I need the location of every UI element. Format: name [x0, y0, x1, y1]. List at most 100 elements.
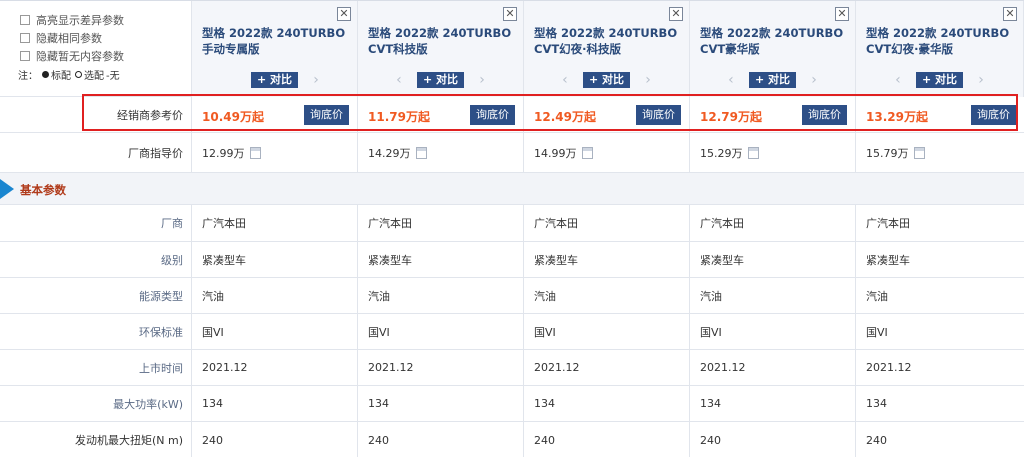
close-icon[interactable]: ✕ — [669, 7, 683, 21]
param-cell: 国VI — [524, 314, 690, 349]
model-column-header: ✕ 型格 2022款 240TURBO CVT豪华版 ‹ + 对比 › — [690, 1, 856, 97]
header-row: 高亮显示差异参数 隐藏相同参数 隐藏暂无内容参数 注： 标配 选配 -无 ✕ 型… — [0, 1, 1024, 97]
filter-highlight-diff[interactable]: 高亮显示差异参数 — [20, 11, 191, 29]
model-title[interactable]: 型格 2022款 240TURBO CVT幻夜·豪华版 — [866, 25, 1013, 59]
param-cell: 240 — [690, 422, 856, 457]
param-value: 240 — [368, 433, 389, 447]
param-value: 国VI — [700, 325, 722, 339]
param-value: 240 — [534, 433, 555, 447]
model-title[interactable]: 型格 2022款 240TURBO CVT幻夜·科技版 — [534, 25, 679, 59]
param-cell: 汽油 — [192, 278, 358, 313]
msrp-value: 15.79万 — [866, 146, 909, 160]
row-label: 环保标准 — [0, 314, 192, 349]
filter-hide-same[interactable]: 隐藏相同参数 — [20, 29, 191, 47]
param-value: 广汽本田 — [866, 217, 910, 230]
param-cell: 240 — [358, 422, 524, 457]
param-value: 2021.12 — [202, 361, 248, 374]
filter-label: 隐藏相同参数 — [36, 32, 102, 45]
chevron-left-icon[interactable]: ‹ — [725, 72, 737, 88]
model-nav: ‹ + 对比 › — [856, 71, 1023, 89]
msrp-value: 15.29万 — [700, 146, 743, 160]
dealer-price: 13.29万起 — [866, 110, 928, 124]
calculator-icon[interactable] — [913, 146, 925, 159]
param-cell: 134 — [358, 386, 524, 421]
param-value: 汽油 — [202, 289, 224, 303]
legend: 注： 标配 选配 -无 — [18, 65, 191, 83]
price-cell: 12.79万起 询底价 — [690, 97, 856, 132]
close-icon[interactable]: ✕ — [503, 7, 517, 21]
param-value: 汽油 — [534, 289, 556, 303]
chevron-right-icon[interactable]: › — [310, 72, 322, 88]
msrp-cell: 12.99万 — [192, 133, 358, 172]
compare-button[interactable]: + 对比 — [748, 72, 797, 88]
model-title[interactable]: 型格 2022款 240TURBO 手动专属版 — [202, 25, 347, 59]
param-cell: 广汽本田 — [856, 205, 1024, 241]
price-cell: 12.49万起 询底价 — [524, 97, 690, 132]
param-cell: 134 — [856, 386, 1024, 421]
ask-price-button[interactable]: 询底价 — [636, 105, 681, 125]
ask-price-button[interactable]: 询底价 — [971, 105, 1016, 125]
chevron-left-icon[interactable]: ‹ — [892, 72, 904, 88]
param-cell: 紧凑型车 — [358, 242, 524, 277]
chevron-right-icon[interactable]: › — [975, 72, 987, 88]
param-cell: 国VI — [690, 314, 856, 349]
checkbox[interactable] — [20, 33, 30, 43]
compare-button[interactable]: + 对比 — [250, 72, 299, 88]
chevron-left-icon[interactable]: ‹ — [393, 72, 405, 88]
checkbox[interactable] — [20, 15, 30, 25]
dealer-price: 12.79万起 — [700, 110, 762, 124]
param-value: 汽油 — [700, 289, 722, 303]
calculator-icon[interactable] — [415, 146, 427, 159]
param-cell: 汽油 — [690, 278, 856, 313]
ask-price-button[interactable]: 询底价 — [304, 105, 349, 125]
section-header: 基本参数 — [0, 173, 1024, 205]
row-label: 厂商指导价 — [0, 133, 192, 172]
param-value: 紧凑型车 — [368, 253, 412, 267]
msrp-cell: 14.99万 — [524, 133, 690, 172]
close-icon[interactable]: ✕ — [337, 7, 351, 21]
filter-panel: 高亮显示差异参数 隐藏相同参数 隐藏暂无内容参数 注： 标配 选配 -无 — [0, 1, 192, 97]
chevron-left-icon[interactable]: ‹ — [559, 72, 571, 88]
price-cell: 10.49万起 询底价 — [192, 97, 358, 132]
ask-price-button[interactable]: 询底价 — [802, 105, 847, 125]
row-label: 能源类型 — [0, 278, 192, 313]
model-title[interactable]: 型格 2022款 240TURBO CVT科技版 — [368, 25, 513, 59]
filter-hide-empty[interactable]: 隐藏暂无内容参数 — [20, 47, 191, 65]
param-value: 紧凑型车 — [202, 253, 246, 267]
compare-button[interactable]: + 对比 — [416, 72, 465, 88]
model-title[interactable]: 型格 2022款 240TURBO CVT豪华版 — [700, 25, 845, 59]
calculator-icon[interactable] — [747, 146, 759, 159]
param-row: 最大功率(kW) 134 134 134 134 134 — [0, 386, 1024, 422]
calculator-icon[interactable] — [249, 146, 261, 159]
chevron-right-icon[interactable]: › — [642, 72, 654, 88]
calculator-icon[interactable] — [581, 146, 593, 159]
param-value: 国VI — [534, 325, 556, 339]
close-icon[interactable]: ✕ — [1003, 7, 1017, 21]
compare-button[interactable]: + 对比 — [915, 72, 964, 88]
chevron-right-icon[interactable]: › — [808, 72, 820, 88]
param-row: 环保标准 国VI 国VI 国VI 国VI 国VI — [0, 314, 1024, 350]
model-nav: ‹ + 对比 › — [690, 71, 855, 89]
param-row: 上市时间 2021.12 2021.12 2021.12 2021.12 202… — [0, 350, 1024, 386]
compare-button[interactable]: + 对比 — [582, 72, 631, 88]
param-value: 国VI — [368, 325, 390, 339]
checkbox[interactable] — [20, 51, 30, 61]
ask-price-button[interactable]: 询底价 — [470, 105, 515, 125]
close-icon[interactable]: ✕ — [835, 7, 849, 21]
section-marker-icon — [0, 179, 14, 199]
param-cell: 240 — [856, 422, 1024, 457]
dealer-price: 12.49万起 — [534, 110, 596, 124]
param-value: 国VI — [202, 325, 224, 339]
param-value: 广汽本田 — [700, 217, 744, 230]
msrp-row: 厂商指导价 12.99万 14.29万 14.99万 15.29万 15.79万 — [0, 133, 1024, 173]
msrp-value: 14.29万 — [368, 146, 411, 160]
param-cell: 134 — [690, 386, 856, 421]
row-label-text: 厂商 — [161, 217, 183, 230]
param-value: 240 — [700, 433, 721, 447]
model-column-header: ✕ 型格 2022款 240TURBO 手动专属版 ‹ + 对比 › — [192, 1, 358, 97]
dealer-price: 11.79万起 — [368, 110, 430, 124]
param-cell: 汽油 — [856, 278, 1024, 313]
param-cell: 广汽本田 — [192, 205, 358, 241]
param-value: 2021.12 — [700, 361, 746, 374]
chevron-right-icon[interactable]: › — [476, 72, 488, 88]
